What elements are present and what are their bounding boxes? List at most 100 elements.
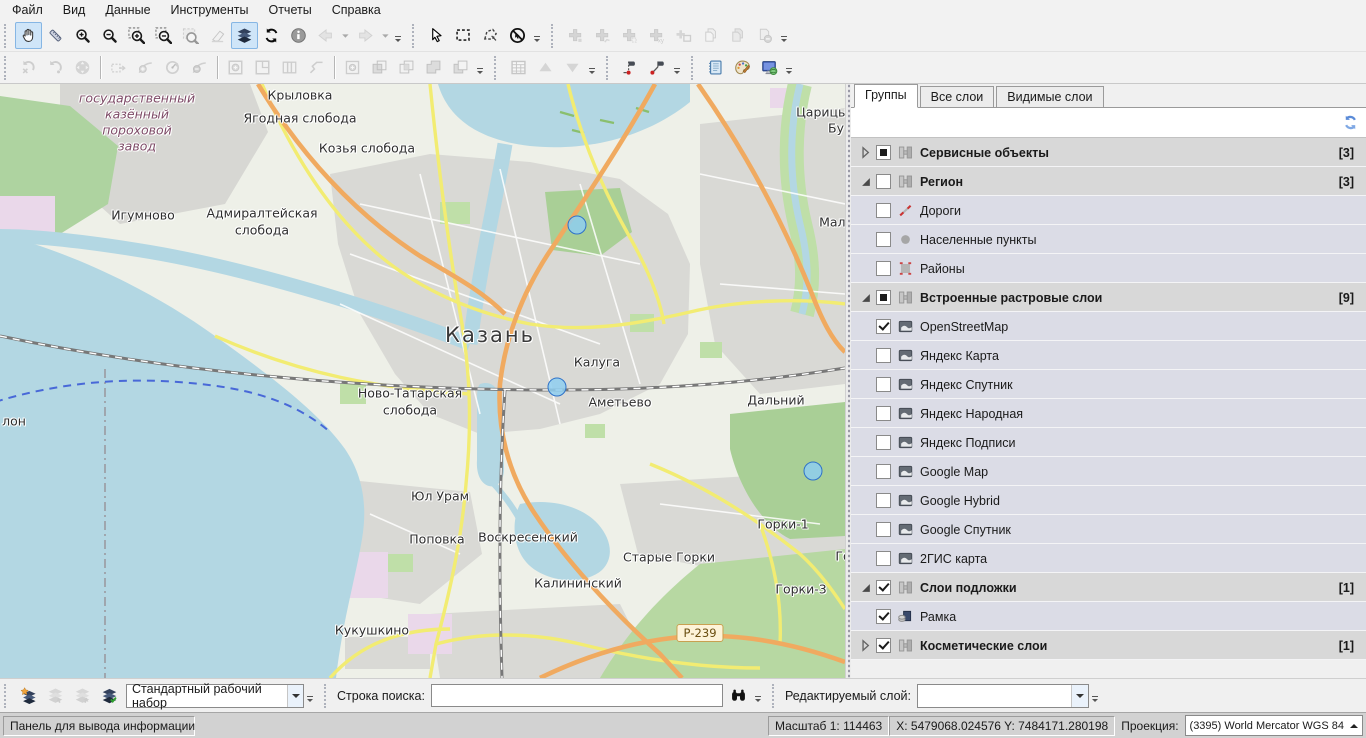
web-map-button[interactable] [756, 54, 783, 81]
pan-tool-button[interactable] [15, 22, 42, 49]
tree-row[interactable]: Косметические слои[1] [851, 631, 1366, 660]
toolbar-grip[interactable] [494, 56, 501, 80]
workset-select[interactable]: Стандартный рабочий набор [126, 684, 304, 708]
toolbar-grip[interactable] [4, 684, 11, 708]
zoom-in-window-tool-button[interactable] [123, 22, 150, 49]
layer-checkbox[interactable] [876, 319, 891, 334]
toolbar-grip[interactable] [772, 684, 779, 708]
toolbar-grip[interactable] [4, 56, 11, 80]
toolbar-grip[interactable] [412, 24, 419, 48]
nav-forward-button-dropdown[interactable] [379, 22, 392, 49]
tree-row[interactable]: Дороги [851, 196, 1366, 225]
zoom-out-tool-button[interactable] [96, 22, 123, 49]
toolbar-overflow-button[interactable] [476, 55, 485, 81]
find-button[interactable] [725, 682, 752, 709]
tree-row[interactable]: Районы [851, 254, 1366, 283]
toolbar-grip[interactable] [691, 56, 698, 80]
tree-row[interactable]: Google Спутник [851, 515, 1366, 544]
chevron-expanded-icon[interactable] [857, 289, 874, 306]
toolbar-overflow-button[interactable] [588, 55, 597, 81]
layer-visibility-button[interactable] [231, 22, 258, 49]
chevron-collapsed-icon[interactable] [857, 637, 874, 654]
layer-checkbox[interactable] [876, 377, 891, 392]
style-palette-button[interactable] [729, 54, 756, 81]
refresh-layers-icon[interactable] [1338, 111, 1362, 135]
notes-button[interactable] [702, 54, 729, 81]
clear-selection-button[interactable] [504, 22, 531, 49]
toolbar-overflow-button[interactable] [1091, 683, 1100, 709]
toolbar-grip[interactable] [606, 56, 613, 80]
chevron-expanded-icon[interactable] [857, 173, 874, 190]
layer-checkbox[interactable] [876, 609, 891, 624]
toolbar-overflow-button[interactable] [394, 23, 403, 49]
layer-checkbox[interactable] [876, 464, 891, 479]
menu-item-4[interactable]: Отчеты [258, 1, 321, 19]
select-polygon-button[interactable] [477, 22, 504, 49]
tree-row[interactable]: OpenStreetMap [851, 312, 1366, 341]
tab-0[interactable]: Группы [854, 84, 918, 108]
toolbar-overflow-button[interactable] [754, 683, 763, 709]
toolbar-grip[interactable] [551, 24, 558, 48]
layers-apply-button[interactable] [96, 682, 123, 709]
chevron-collapsed-icon[interactable] [857, 144, 874, 161]
menu-item-2[interactable]: Данные [95, 1, 160, 19]
layer-checkbox[interactable] [876, 638, 891, 653]
chevron-down-icon[interactable] [287, 685, 303, 707]
menu-item-3[interactable]: Инструменты [161, 1, 259, 19]
layer-checkbox[interactable] [876, 551, 891, 566]
tree-row[interactable]: Встроенные растровые слои[9] [851, 283, 1366, 312]
tree-row[interactable]: Яндекс Спутник [851, 370, 1366, 399]
toolbar-overflow-button[interactable] [306, 683, 315, 709]
map-marker[interactable] [568, 216, 587, 235]
search-input[interactable] [431, 684, 723, 707]
measure-tool-button[interactable] [42, 22, 69, 49]
tree-row[interactable]: Google Hybrid [851, 486, 1366, 515]
toolbar-overflow-button[interactable] [785, 55, 794, 81]
layer-checkbox[interactable] [876, 522, 891, 537]
toolbar-grip[interactable] [4, 24, 11, 48]
layer-checkbox[interactable] [876, 232, 891, 247]
layer-checkbox[interactable] [876, 290, 891, 305]
refresh-map-button[interactable] [258, 22, 285, 49]
tree-row[interactable]: Регион[3] [851, 167, 1366, 196]
menu-item-5[interactable]: Справка [322, 1, 391, 19]
zoom-in-tool-button[interactable] [69, 22, 96, 49]
projection-select[interactable]: (3395) World Mercator WGS 84 [1185, 715, 1363, 736]
menu-item-0[interactable]: Файл [2, 1, 53, 19]
tab-2[interactable]: Видимые слои [996, 86, 1103, 107]
bookmark-backward-button[interactable] [617, 54, 644, 81]
layer-checkbox[interactable] [876, 406, 891, 421]
toolbar-overflow-button[interactable] [533, 23, 542, 49]
tree-row[interactable]: Google Map [851, 457, 1366, 486]
tree-row[interactable]: Яндекс Карта [851, 341, 1366, 370]
nav-back-button-dropdown[interactable] [339, 22, 352, 49]
object-info-button[interactable] [285, 22, 312, 49]
menu-item-1[interactable]: Вид [53, 1, 96, 19]
chevron-expanded-icon[interactable] [857, 579, 874, 596]
toolbar-overflow-button[interactable] [673, 55, 682, 81]
layer-checkbox[interactable] [876, 203, 891, 218]
select-rectangle-button[interactable] [450, 22, 477, 49]
tree-row[interactable]: 2ГИС карта [851, 544, 1366, 573]
tree-row[interactable]: Слои подложки[1] [851, 573, 1366, 602]
layer-checkbox[interactable] [876, 493, 891, 508]
tree-row[interactable]: Рамка [851, 602, 1366, 631]
layer-filter-input[interactable] [855, 111, 1338, 135]
toolbar-overflow-button[interactable] [780, 23, 789, 49]
layer-checkbox[interactable] [876, 348, 891, 363]
map-marker[interactable] [804, 462, 823, 481]
favorite-layers-button[interactable] [15, 682, 42, 709]
map-canvas[interactable] [0, 84, 845, 678]
toolbar-grip[interactable] [324, 684, 331, 708]
layer-checkbox[interactable] [876, 145, 891, 160]
select-cursor-button[interactable] [423, 22, 450, 49]
tree-row[interactable]: Сервисные объекты[3] [851, 138, 1366, 167]
tree-row[interactable]: Яндекс Подписи [851, 428, 1366, 457]
layer-checkbox[interactable] [876, 435, 891, 450]
bookmark-forward-button[interactable] [644, 54, 671, 81]
chevron-down-icon[interactable] [1071, 685, 1088, 707]
tree-row[interactable]: Яндекс Народная [851, 399, 1366, 428]
layer-checkbox[interactable] [876, 174, 891, 189]
map-marker[interactable] [548, 378, 567, 397]
tab-1[interactable]: Все слои [920, 86, 995, 107]
